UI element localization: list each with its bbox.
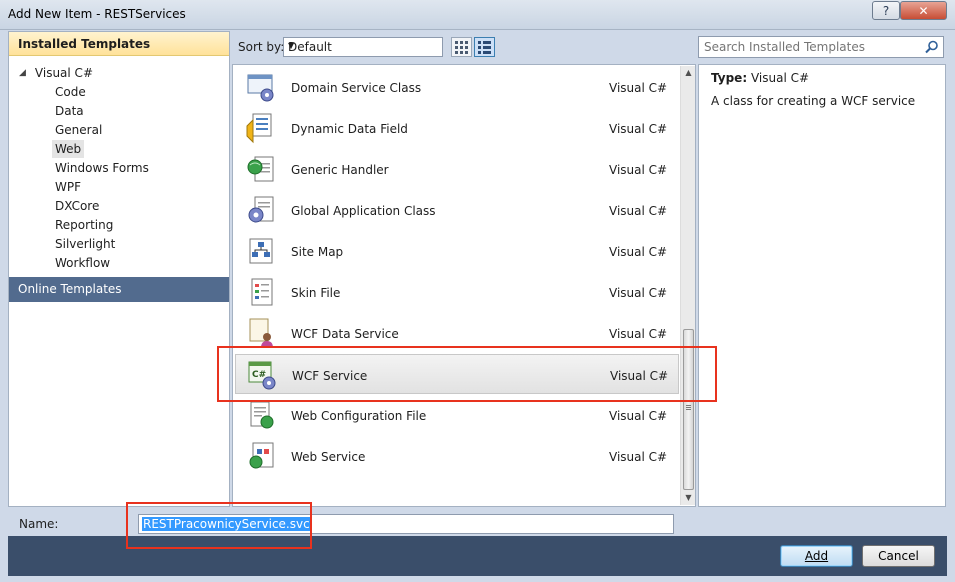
tree-node-visual-csharp[interactable]: ◢ Visual C# [19, 64, 93, 82]
sort-by-label: Sort by: [238, 40, 285, 54]
help-button[interactable]: ? [872, 1, 900, 20]
template-name: Web Service [291, 450, 366, 464]
scroll-up-icon[interactable]: ▲ [681, 66, 696, 80]
template-language: Visual C# [609, 163, 668, 177]
grip-line [686, 407, 691, 408]
expand-arrow-icon[interactable]: ◢ [19, 68, 26, 78]
list-item-skin-file[interactable]: Skin File Visual C# [235, 272, 679, 312]
template-name: Web Configuration File [291, 409, 427, 423]
grip-line [686, 409, 691, 410]
site-map-icon [249, 238, 273, 264]
name-field-highlight [126, 502, 312, 549]
list-item-dynamic-data-field[interactable]: Dynamic Data Field Visual C# [235, 108, 679, 148]
template-type: Type: Visual C# [711, 71, 809, 85]
template-language: Visual C# [609, 122, 668, 136]
add-button[interactable]: Add [780, 545, 853, 567]
tree-item-dxcore[interactable]: DXCore [55, 197, 99, 215]
search-icon[interactable] [925, 40, 939, 54]
template-description: A class for creating a WCF service [711, 94, 916, 108]
templates-tree-pane: Installed Templates ◢ Visual C# Code Dat… [8, 31, 230, 507]
wcf-service-highlight [217, 346, 717, 402]
tree-item-reporting[interactable]: Reporting [55, 216, 113, 234]
scroll-down-icon[interactable]: ▼ [681, 491, 696, 505]
close-icon: ✕ [918, 3, 929, 18]
window-title: Add New Item - RESTServices [8, 7, 186, 21]
online-templates-header[interactable]: Online Templates [9, 277, 229, 302]
tree-item-silverlight[interactable]: Silverlight [55, 235, 115, 253]
type-value: Visual C# [750, 71, 810, 85]
close-button[interactable]: ✕ [900, 1, 947, 20]
template-list: Domain Service Class Visual C# Dynamic D… [232, 64, 696, 507]
list-scrollbar[interactable]: ▲ ▼ [680, 66, 695, 505]
list-item-global-application-class[interactable]: Global Application Class Visual C# [235, 190, 679, 230]
cancel-button[interactable]: Cancel [862, 545, 935, 567]
template-language: Visual C# [609, 327, 668, 341]
template-name: Domain Service Class [291, 81, 422, 95]
template-language: Visual C# [609, 204, 668, 218]
tree-item-code[interactable]: Code [55, 83, 86, 101]
list-item-domain-service-class[interactable]: Domain Service Class Visual C# [235, 67, 679, 107]
grip-line [686, 405, 691, 406]
web-service-icon [249, 442, 274, 469]
medium-icons-view-button[interactable] [474, 37, 495, 57]
installed-templates-label: Installed Templates [18, 37, 151, 51]
template-name: Skin File [291, 286, 341, 300]
template-name: Dynamic Data Field [291, 122, 408, 136]
web-config-icon [250, 401, 274, 429]
tree-root-label: Visual C# [34, 66, 93, 80]
list-item-site-map[interactable]: Site Map Visual C# [235, 231, 679, 271]
template-language: Visual C# [609, 286, 668, 300]
search-input[interactable] [704, 40, 914, 54]
dynamic-data-icon [246, 113, 272, 144]
template-language: Visual C# [609, 81, 668, 95]
name-label: Name: [19, 517, 59, 531]
domain-service-icon [247, 74, 274, 102]
help-icon: ? [882, 3, 890, 18]
template-language: Visual C# [609, 409, 668, 423]
tree-item-web[interactable]: Web [52, 140, 85, 158]
dropdown-arrow-icon: ▼ [288, 41, 295, 50]
search-installed-templates[interactable] [698, 36, 944, 58]
generic-handler-icon [247, 156, 274, 182]
skin-file-icon [251, 278, 273, 306]
global-app-icon [248, 196, 274, 223]
installed-templates-header[interactable]: Installed Templates [9, 32, 229, 56]
tree-item-windows-forms[interactable]: Windows Forms [55, 159, 149, 177]
template-language: Visual C# [609, 450, 668, 464]
template-name: WCF Data Service [291, 327, 399, 341]
list-item-web-service[interactable]: Web Service Visual C# [235, 436, 679, 476]
type-label: Type: [711, 71, 748, 85]
template-name: Site Map [291, 245, 344, 259]
small-icons-view-button[interactable] [451, 37, 472, 57]
wcf-data-service-icon [249, 318, 273, 348]
cancel-button-label: Cancel [878, 549, 919, 563]
title-bar: Add New Item - RESTServices ? ✕ [0, 0, 955, 30]
template-details-pane: Type: Visual C# A class for creating a W… [698, 64, 946, 507]
medium-icons-view-icon [478, 40, 491, 54]
list-item-generic-handler[interactable]: Generic Handler Visual C# [235, 149, 679, 189]
sort-by-dropdown[interactable]: Default ▼ [283, 37, 443, 57]
online-templates-label: Online Templates [18, 282, 122, 296]
small-icons-view-icon [455, 40, 468, 54]
template-name: Generic Handler [291, 163, 389, 177]
template-language: Visual C# [609, 245, 668, 259]
template-name: Global Application Class [291, 204, 436, 218]
tree-item-data[interactable]: Data [55, 102, 84, 120]
add-button-label: Add [804, 549, 829, 563]
tree-item-wpf[interactable]: WPF [55, 178, 81, 196]
tree-item-workflow[interactable]: Workflow [55, 254, 110, 272]
tree-item-general[interactable]: General [55, 121, 102, 139]
